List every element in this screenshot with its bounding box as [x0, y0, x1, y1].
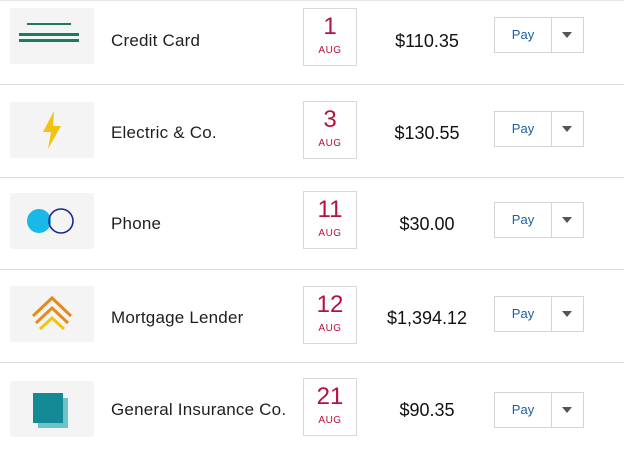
- payee-name: Mortgage Lender: [111, 308, 244, 327]
- due-month: AUG: [318, 323, 342, 334]
- amount-due: $110.35: [395, 31, 459, 51]
- payee-name: Phone: [111, 214, 162, 233]
- bill-row: Phone 11 AUG $30.00 Pay: [0, 177, 624, 270]
- pay-options-dropdown[interactable]: [552, 393, 583, 427]
- mortgage-logo: [10, 286, 94, 342]
- amount-due: $90.35: [399, 400, 455, 420]
- pay-options-dropdown[interactable]: [552, 203, 583, 237]
- due-month: AUG: [318, 228, 342, 239]
- phone-logo: [10, 193, 94, 249]
- credit-card-logo: [10, 8, 94, 64]
- amount-due: $30.00: [399, 214, 455, 234]
- due-date: 12 AUG: [303, 286, 357, 344]
- chevron-down-icon: [562, 126, 572, 132]
- amount-due: $1,394.12: [386, 308, 468, 328]
- due-date: 3 AUG: [303, 101, 357, 159]
- due-day: 12: [316, 291, 344, 318]
- pay-split-button: Pay: [494, 392, 584, 428]
- mortgage-chevrons-icon: [31, 295, 73, 331]
- due-month: AUG: [318, 45, 342, 56]
- due-day: 11: [317, 196, 343, 223]
- pay-split-button: Pay: [494, 296, 584, 332]
- lightning-bolt-icon: [43, 111, 61, 149]
- pay-split-button: Pay: [494, 17, 584, 53]
- due-day: 1: [323, 13, 337, 40]
- chevron-down-icon: [562, 407, 572, 413]
- due-day: 3: [323, 106, 337, 133]
- due-date: 1 AUG: [303, 8, 357, 66]
- bill-row: Electric & Co. 3 AUG $130.55 Pay: [0, 85, 624, 178]
- chevron-down-icon: [562, 217, 572, 223]
- due-month: AUG: [318, 138, 342, 149]
- due-month: AUG: [318, 415, 342, 426]
- insurance-squares-icon: [33, 393, 68, 428]
- pay-button[interactable]: Pay: [495, 393, 551, 427]
- bill-row: General Insurance Co. 21 AUG $90.35 Pay: [0, 363, 624, 456]
- phone-circles-icon: [27, 208, 74, 234]
- payee-name: Credit Card: [111, 31, 201, 50]
- pay-split-button: Pay: [494, 111, 584, 147]
- chevron-down-icon: [562, 311, 572, 317]
- due-day: 21: [316, 383, 344, 410]
- insurance-logo: [10, 381, 94, 437]
- payee-name: General Insurance Co.: [111, 400, 287, 419]
- chevron-down-icon: [562, 32, 572, 38]
- pay-split-button: Pay: [494, 202, 584, 238]
- pay-options-dropdown[interactable]: [552, 112, 583, 146]
- pay-button[interactable]: Pay: [495, 18, 551, 52]
- electric-logo: [10, 102, 94, 158]
- amount-due: $130.55: [394, 123, 460, 143]
- pay-options-dropdown[interactable]: [552, 18, 583, 52]
- pay-button[interactable]: Pay: [495, 112, 551, 146]
- pay-button[interactable]: Pay: [495, 203, 551, 237]
- bill-row: Credit Card 1 AUG $110.35 Pay: [0, 0, 624, 85]
- payee-name: Electric & Co.: [111, 123, 217, 142]
- credit-card-icon: [19, 23, 79, 42]
- due-date: 21 AUG: [303, 378, 357, 436]
- pay-button[interactable]: Pay: [495, 297, 551, 331]
- bill-row: Mortgage Lender 12 AUG $1,394.12 Pay: [0, 270, 624, 363]
- pay-options-dropdown[interactable]: [552, 297, 583, 331]
- due-date: 11 AUG: [303, 191, 357, 249]
